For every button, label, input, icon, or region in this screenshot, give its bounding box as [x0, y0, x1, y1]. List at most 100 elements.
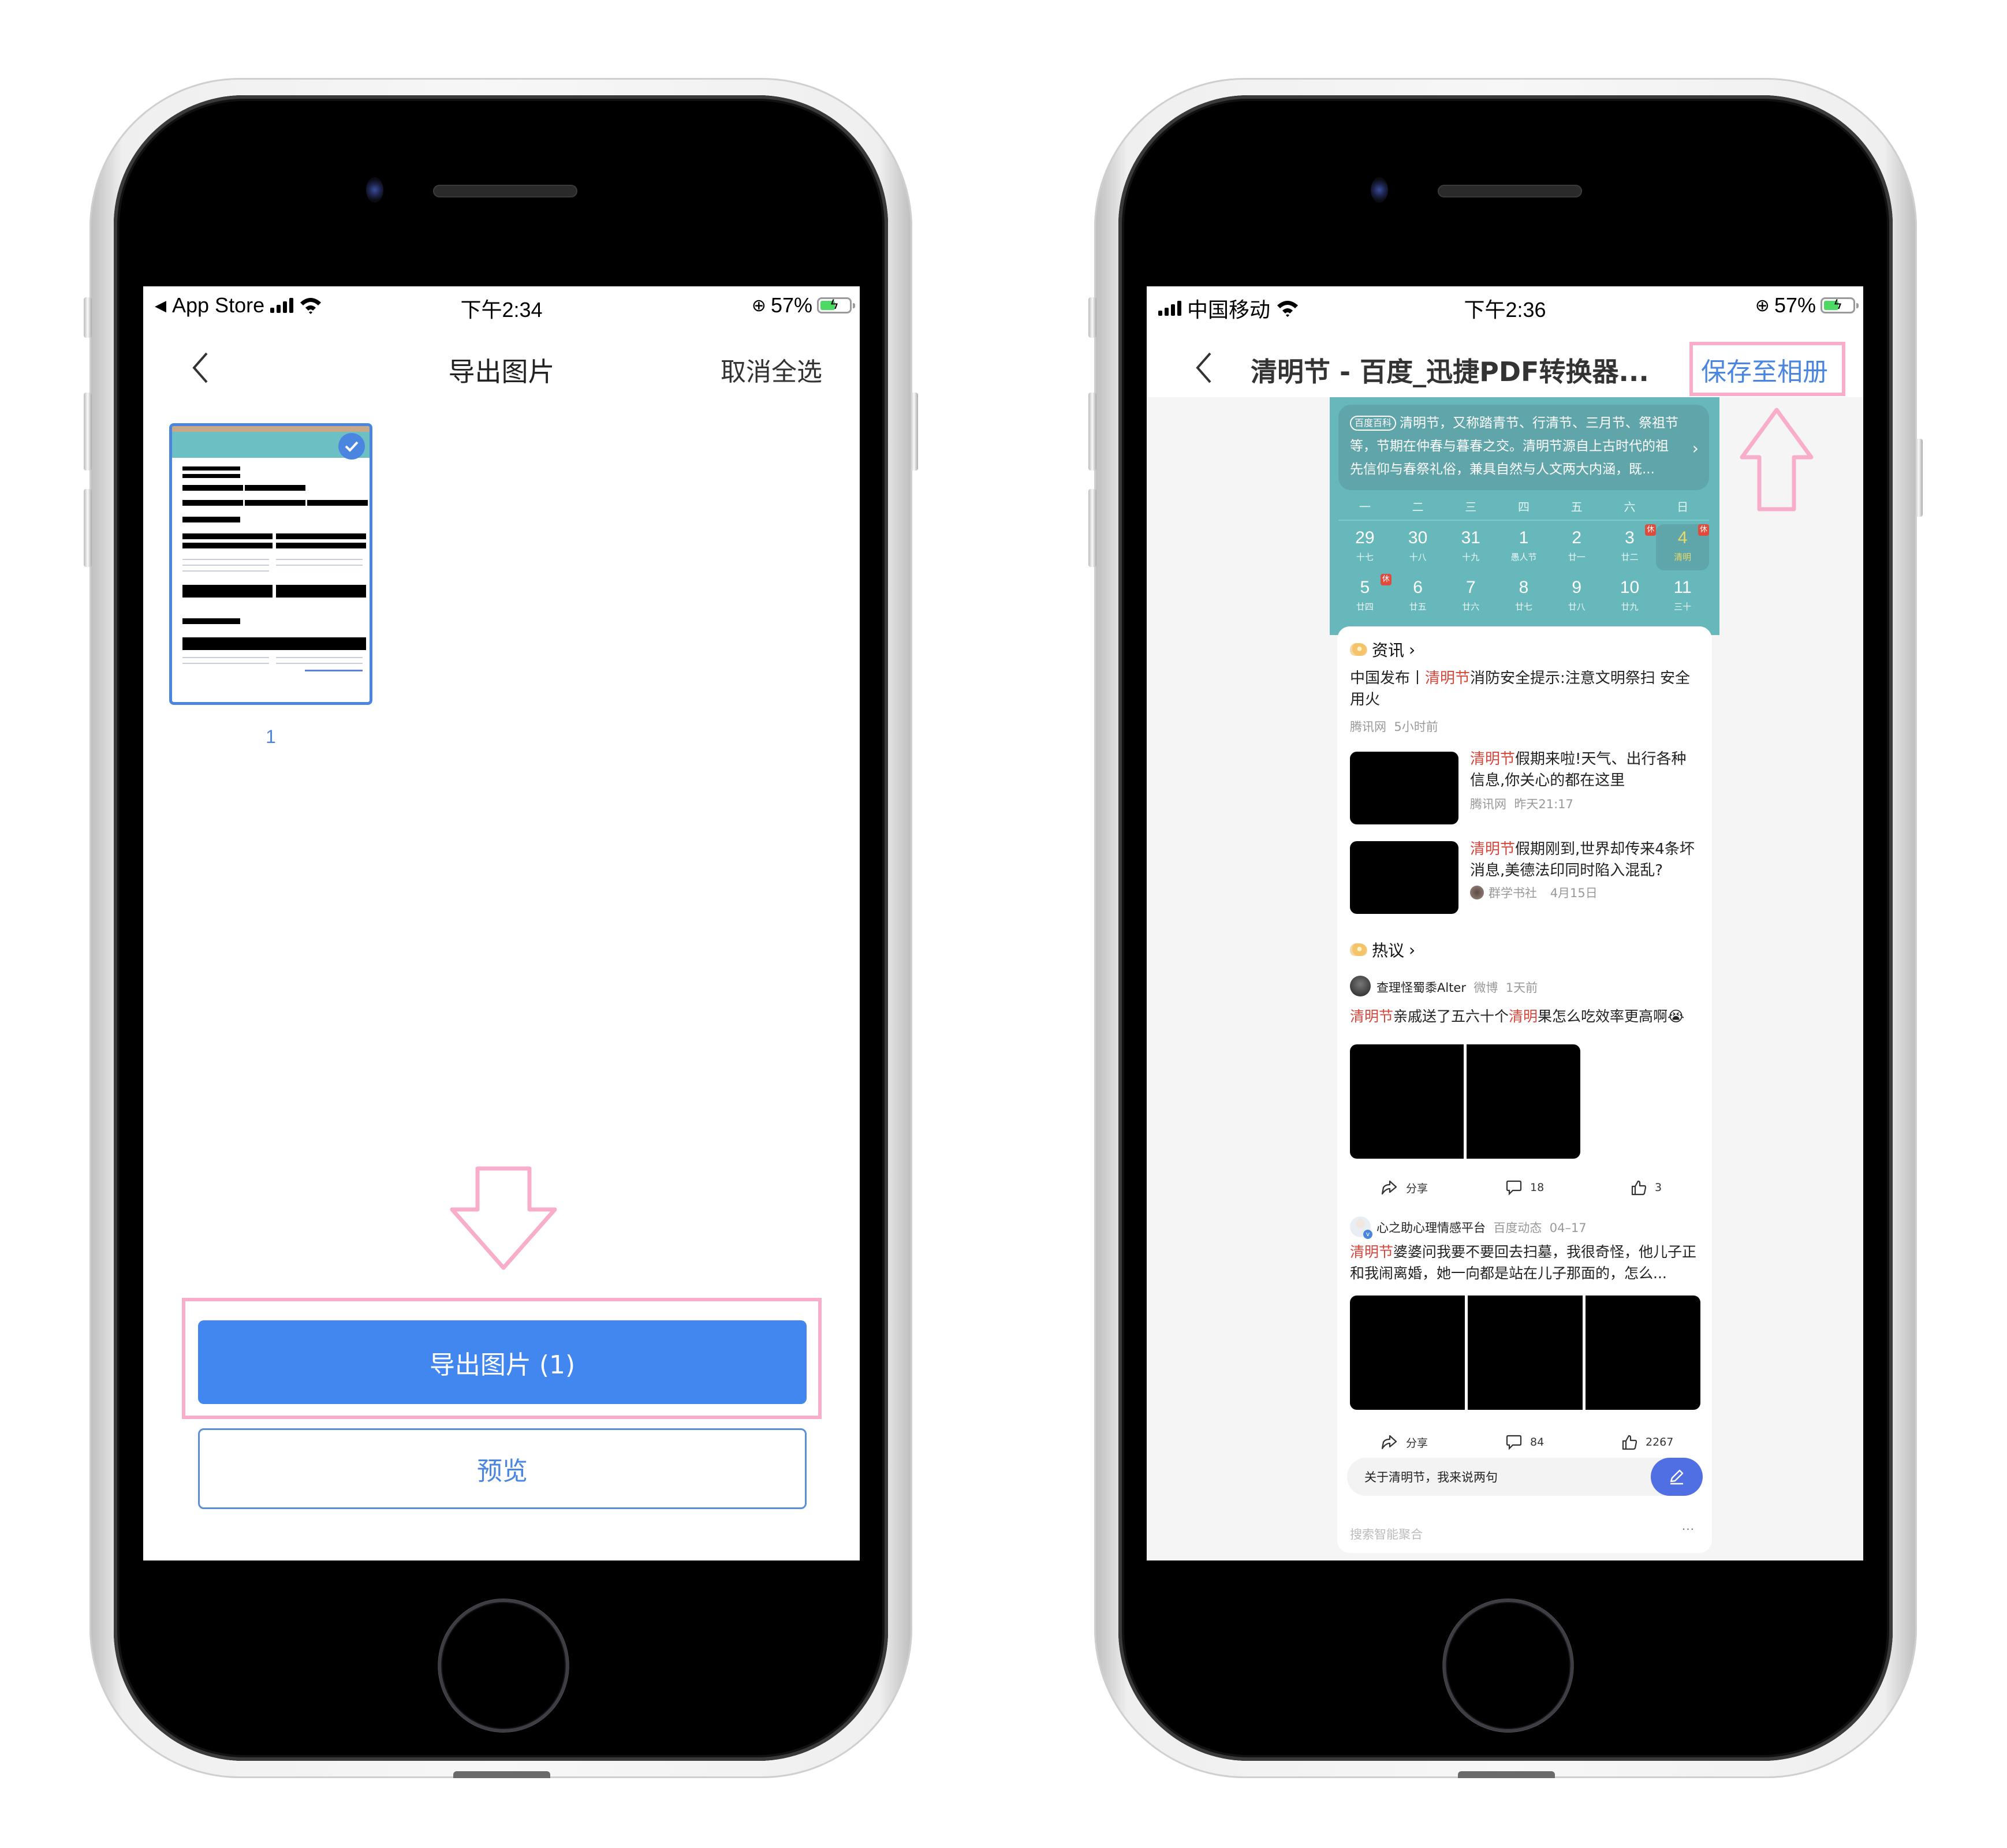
calendar-day[interactable]: 3 廿二休: [1603, 524, 1657, 570]
lightning-port: [453, 1771, 550, 1778]
thumbnail-redacted-block: [182, 500, 243, 506]
back-chevron-icon[interactable]: [1193, 351, 1216, 384]
news-section-header[interactable]: 资讯 ›: [1350, 638, 1415, 661]
calendar-day[interactable]: 6 廿五: [1392, 574, 1445, 620]
post-image[interactable]: [1350, 1044, 1464, 1159]
calendar-day[interactable]: 8 廿七: [1497, 574, 1550, 620]
orientation-lock-icon: ⊕: [1755, 296, 1770, 315]
right-screen: 中国移动 下午2:36 ⊕ 57% ϟ 清明节 - 百度_迅捷PDF转换器...…: [1147, 286, 1863, 1560]
save-to-album-button[interactable]: 保存至相册: [1701, 351, 1828, 388]
discussion-section-title: 热议: [1372, 941, 1405, 960]
more-options-icon[interactable]: ···: [1682, 1522, 1695, 1536]
export-images-button[interactable]: 导出图片 (1): [198, 1320, 807, 1404]
calendar-day[interactable]: 2 廿一: [1550, 524, 1603, 570]
news-source: 腾讯网: [1350, 720, 1386, 734]
post-platform: 百度动态: [1493, 1221, 1542, 1235]
weekday-label: 一: [1359, 500, 1371, 514]
baike-summary[interactable]: 百度百科 清明节，又称踏青节、行清节、三月节、祭祖节等，节期在仲春与暮春之交。清明…: [1338, 405, 1709, 490]
thumbnail-redacted-block: [182, 618, 240, 624]
chevron-right-icon: ›: [1409, 940, 1416, 960]
author-name[interactable]: 心之助心理情感平台: [1376, 1221, 1486, 1235]
compose-button[interactable]: [1651, 1458, 1703, 1496]
battery-percent: 57%: [770, 293, 812, 317]
cloud-logo-icon: [1350, 943, 1367, 956]
calendar-day[interactable]: 5 廿四休: [1338, 574, 1392, 620]
day-number: 10: [1620, 578, 1640, 597]
earpiece-speaker: [433, 185, 577, 197]
lunar-date: 廿九: [1621, 602, 1639, 612]
post-text[interactable]: 清明节婆婆问我要不要回去扫墓，我很奇怪，他儿子正和我闹离婚，她一向都是站在儿子那…: [1350, 1241, 1699, 1284]
day-number: 29: [1355, 528, 1375, 547]
post-image[interactable]: [1350, 1296, 1465, 1410]
status-bar: 中国移动 下午2:36 ⊕ 57% ϟ: [1147, 286, 1863, 338]
comment-button[interactable]: 18: [1506, 1179, 1544, 1196]
post-image[interactable]: [1467, 1044, 1580, 1159]
thumbnail-redacted-block: [182, 517, 240, 522]
comment-button[interactable]: 84: [1506, 1434, 1544, 1450]
calendar-day[interactable]: 31 十九: [1444, 524, 1497, 570]
post-image[interactable]: [1586, 1296, 1700, 1410]
front-camera: [366, 177, 383, 203]
author-name[interactable]: 查理怪蜀黍Alter: [1376, 981, 1466, 995]
calendar-day[interactable]: 30 十八: [1392, 524, 1445, 570]
day-number: 30: [1408, 528, 1428, 547]
day-number: 9: [1572, 578, 1582, 597]
like-count: 2267: [1646, 1436, 1674, 1448]
source-avatar: [1470, 886, 1484, 899]
share-button[interactable]: 分享: [1381, 1179, 1428, 1196]
like-button[interactable]: 2267: [1621, 1434, 1673, 1450]
news-time: 4月15日: [1550, 886, 1598, 900]
calendar-day[interactable]: 29 十七: [1338, 524, 1392, 570]
thumbnail-text-line: [182, 565, 269, 566]
calendar-day[interactable]: 7 廿六: [1444, 574, 1497, 620]
day-number: 1: [1519, 528, 1529, 547]
news-thumbnail[interactable]: [1350, 752, 1458, 824]
calendar-day[interactable]: 11 三十: [1656, 574, 1709, 620]
thumbnail-banner: [172, 426, 370, 432]
weekday-header: 一二三四五六日: [1338, 498, 1709, 521]
calendar-day[interactable]: 10 廿九: [1603, 574, 1657, 620]
comment-placeholder: 关于清明节，我来说两句: [1364, 1470, 1498, 1484]
news-meta: 群学书社 4月15日: [1470, 884, 1598, 901]
author-avatar[interactable]: v: [1350, 1216, 1372, 1239]
preview-button[interactable]: 预览: [198, 1428, 807, 1509]
battery-icon: ϟ: [817, 297, 855, 313]
weekday-label: 三: [1465, 500, 1477, 514]
day-number: 8: [1519, 578, 1529, 597]
share-icon: [1381, 1435, 1397, 1450]
calendar-week: 29 十七 30 十八 31 十九 1 愚人节 2 廿一 3 廿二休 4 清明休: [1338, 524, 1710, 570]
thumbnail-redacted-block: [245, 500, 305, 506]
thumbnail-redacted-block: [245, 485, 305, 491]
comment-icon: [1506, 1435, 1522, 1450]
post-platform: 微博: [1473, 981, 1498, 995]
like-button[interactable]: 3: [1631, 1179, 1662, 1196]
comment-input[interactable]: 关于清明节，我来说两句: [1347, 1458, 1703, 1496]
discussion-section-header[interactable]: 热议 ›: [1350, 938, 1415, 961]
calendar-day[interactable]: 9 廿八: [1550, 574, 1603, 620]
mute-switch: [1088, 297, 1096, 338]
thumbnail-text-line: [305, 670, 363, 671]
selected-check-icon[interactable]: [338, 433, 365, 460]
calendar-day-today[interactable]: 4 清明休: [1656, 524, 1710, 570]
deselect-all-button[interactable]: 取消全选: [721, 351, 822, 388]
news-item[interactable]: 中国发布丨清明节消防安全提示:注意文明祭扫 安全用火: [1350, 668, 1696, 711]
thumbnail-text-line: [182, 657, 269, 658]
calendar-day[interactable]: 1 愚人节: [1497, 524, 1550, 570]
news-item[interactable]: 清明节假期来啦!天气、出行各种信息,你关心的都在这里: [1470, 749, 1701, 792]
author-avatar[interactable]: [1350, 976, 1371, 996]
lunar-date: 十七: [1356, 552, 1374, 562]
comment-count: 84: [1530, 1436, 1545, 1448]
home-button[interactable]: [438, 1599, 569, 1732]
news-thumbnail[interactable]: [1350, 841, 1458, 914]
thumbnail-text-line: [276, 663, 363, 664]
share-button[interactable]: 分享: [1381, 1434, 1428, 1450]
post-text[interactable]: 清明节亲戚送了五六十个清明果怎么吃效率更高啊😭: [1350, 1006, 1708, 1027]
post-image[interactable]: [1468, 1296, 1583, 1410]
post-text-part: 果怎么吃效率更高啊😭: [1538, 1008, 1685, 1025]
holiday-rest-badge: 休: [1380, 574, 1392, 585]
power-button: [910, 393, 918, 471]
home-button[interactable]: [1443, 1599, 1573, 1732]
news-item[interactable]: 清明节假期刚到,世界却传来4条坏消息,美德法印同时陷入混乱?: [1470, 839, 1707, 882]
page-thumbnail[interactable]: [169, 423, 372, 705]
annotation-up-arrow: [1740, 408, 1814, 512]
